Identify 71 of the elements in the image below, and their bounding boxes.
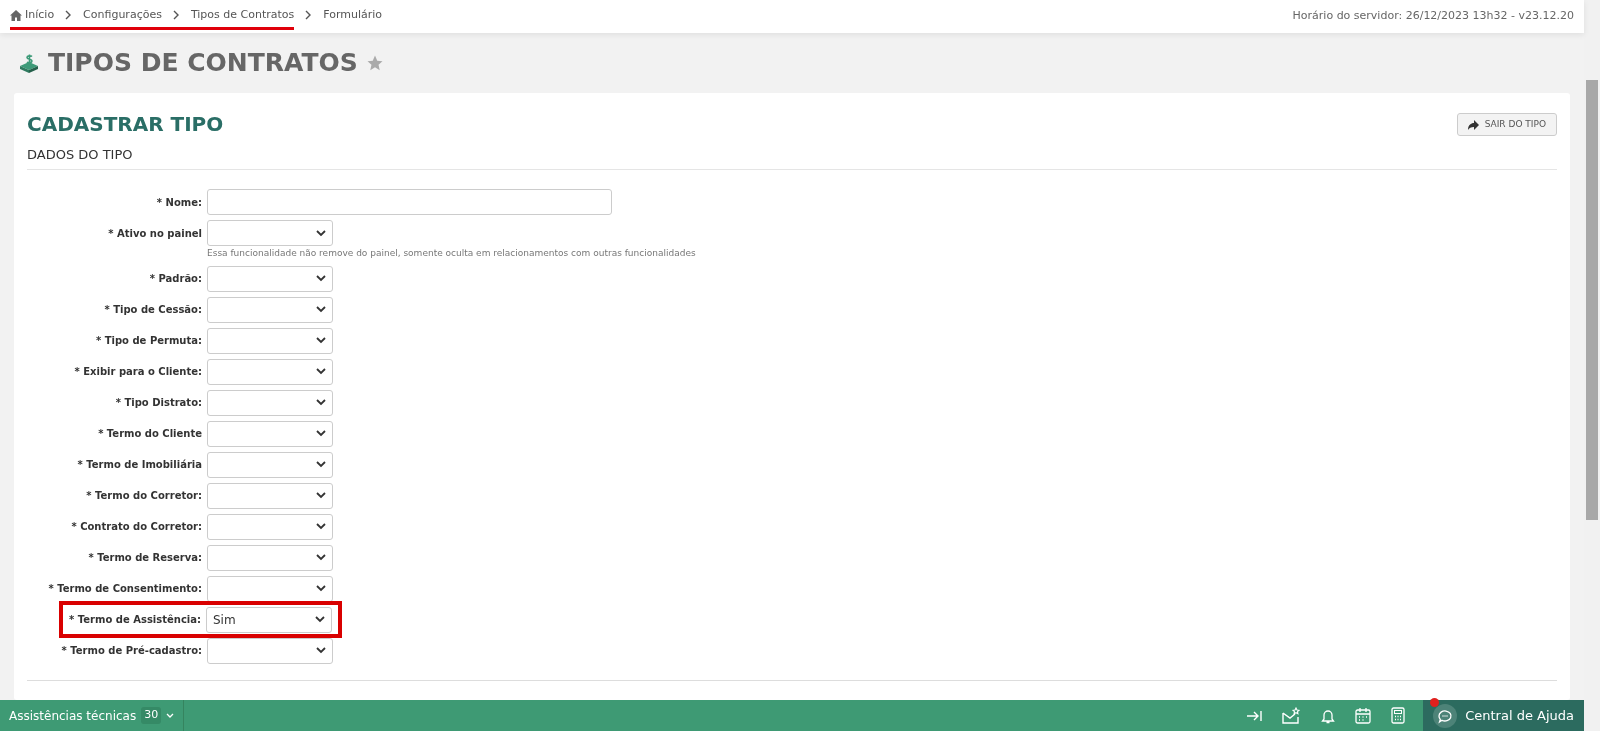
chevron-right-icon	[172, 10, 180, 20]
money-box-icon	[18, 52, 40, 74]
chevron-down-icon	[316, 229, 326, 237]
envelope-star-icon[interactable]	[1282, 707, 1302, 724]
field-label: * Ativo no painel	[107, 226, 203, 241]
field-label: * Exibir para o Cliente:	[73, 365, 203, 379]
chevron-down-icon	[316, 492, 326, 499]
field-label: * Tipo de Cessão:	[103, 303, 203, 317]
share-arrow-icon	[1467, 119, 1479, 130]
field-label: * Termo de Consentimento:	[47, 582, 203, 596]
chevron-down-icon	[316, 554, 326, 561]
calculator-icon[interactable]	[1391, 707, 1406, 724]
field-label: * Termo do Cliente	[97, 427, 203, 441]
select-field[interactable]	[207, 420, 333, 447]
chevron-down-icon	[316, 647, 326, 654]
select-field[interactable]	[207, 451, 333, 478]
home-icon	[10, 9, 22, 21]
field-label: * Nome:	[155, 195, 203, 210]
select-field[interactable]	[207, 296, 333, 323]
breadcrumb-link[interactable]: Configurações	[83, 3, 162, 30]
field-label: * Termo do Corretor:	[85, 489, 203, 503]
field-label: * Padrão:	[148, 272, 203, 286]
chevron-down-icon	[316, 523, 326, 530]
page-title: TIPOS DE CONTRATOS	[48, 47, 358, 80]
star-icon[interactable]	[365, 54, 384, 72]
field-label: * Tipo de Permuta:	[95, 334, 203, 348]
field-label: * Termo de Imobiliária	[76, 458, 203, 472]
field-hint: Essa funcionalidade não remove do painel, somente oculta em relacionamentos com outras funcionalidades	[207, 246, 697, 260]
chevron-down-icon	[316, 430, 326, 437]
bell-icon[interactable]	[1321, 707, 1336, 724]
chevron-right-icon	[305, 10, 313, 20]
select-field[interactable]: Sim	[206, 606, 332, 633]
form-title: CADASTRAR TIPO	[27, 111, 224, 138]
select-field[interactable]	[207, 327, 333, 354]
field-label: * Termo de Reserva:	[87, 551, 203, 565]
chevron-down-icon	[316, 399, 326, 406]
server-time: Horário do servidor: 26/12/2023 13h32 - v23.12.20	[1292, 8, 1574, 25]
field-label: * Tipo Distrato:	[114, 396, 203, 410]
chevron-down-icon	[316, 585, 326, 592]
select-field[interactable]	[207, 575, 333, 602]
select-field[interactable]	[207, 389, 333, 416]
chevron-down-icon	[166, 712, 175, 719]
section-heading: DADOS DO TIPO	[27, 145, 1557, 170]
chevron-down-icon	[316, 337, 326, 344]
chevron-down-icon	[316, 306, 326, 313]
exit-button[interactable]: SAIR DO TIPO	[1456, 113, 1557, 136]
breadcrumb-link[interactable]: Tipos de Contratos	[190, 3, 295, 30]
select-field[interactable]	[207, 265, 333, 292]
select-field[interactable]	[207, 220, 333, 246]
select-field[interactable]	[207, 482, 333, 509]
field-label: * Contrato do Corretor:	[70, 520, 203, 534]
count-badge: 30	[141, 707, 162, 724]
select-field[interactable]	[207, 544, 333, 571]
breadcrumb-link[interactable]: Início	[10, 3, 55, 30]
field-label: * Termo de Assistência:	[68, 613, 202, 627]
select-field[interactable]	[207, 358, 333, 385]
help-center-button[interactable]: Central de Ajuda	[1423, 700, 1584, 731]
arrow-to-bar-icon[interactable]	[1246, 709, 1263, 722]
select-field[interactable]	[207, 513, 333, 540]
text-field[interactable]	[207, 189, 612, 215]
chevron-down-icon	[315, 616, 325, 623]
chat-bubble-icon	[1433, 703, 1458, 728]
breadcrumb-link[interactable]: Formulário	[323, 3, 383, 30]
chevron-down-icon	[316, 275, 326, 282]
chevron-right-icon	[65, 10, 73, 20]
chevron-down-icon	[316, 368, 326, 375]
technical-assistance-button[interactable]: Assistências técnicas 30	[0, 700, 185, 731]
select-field[interactable]	[207, 637, 333, 664]
field-label: * Termo de Pré-cadastro:	[60, 644, 203, 658]
calendar-icon[interactable]	[1355, 707, 1372, 724]
chevron-down-icon	[316, 461, 326, 468]
